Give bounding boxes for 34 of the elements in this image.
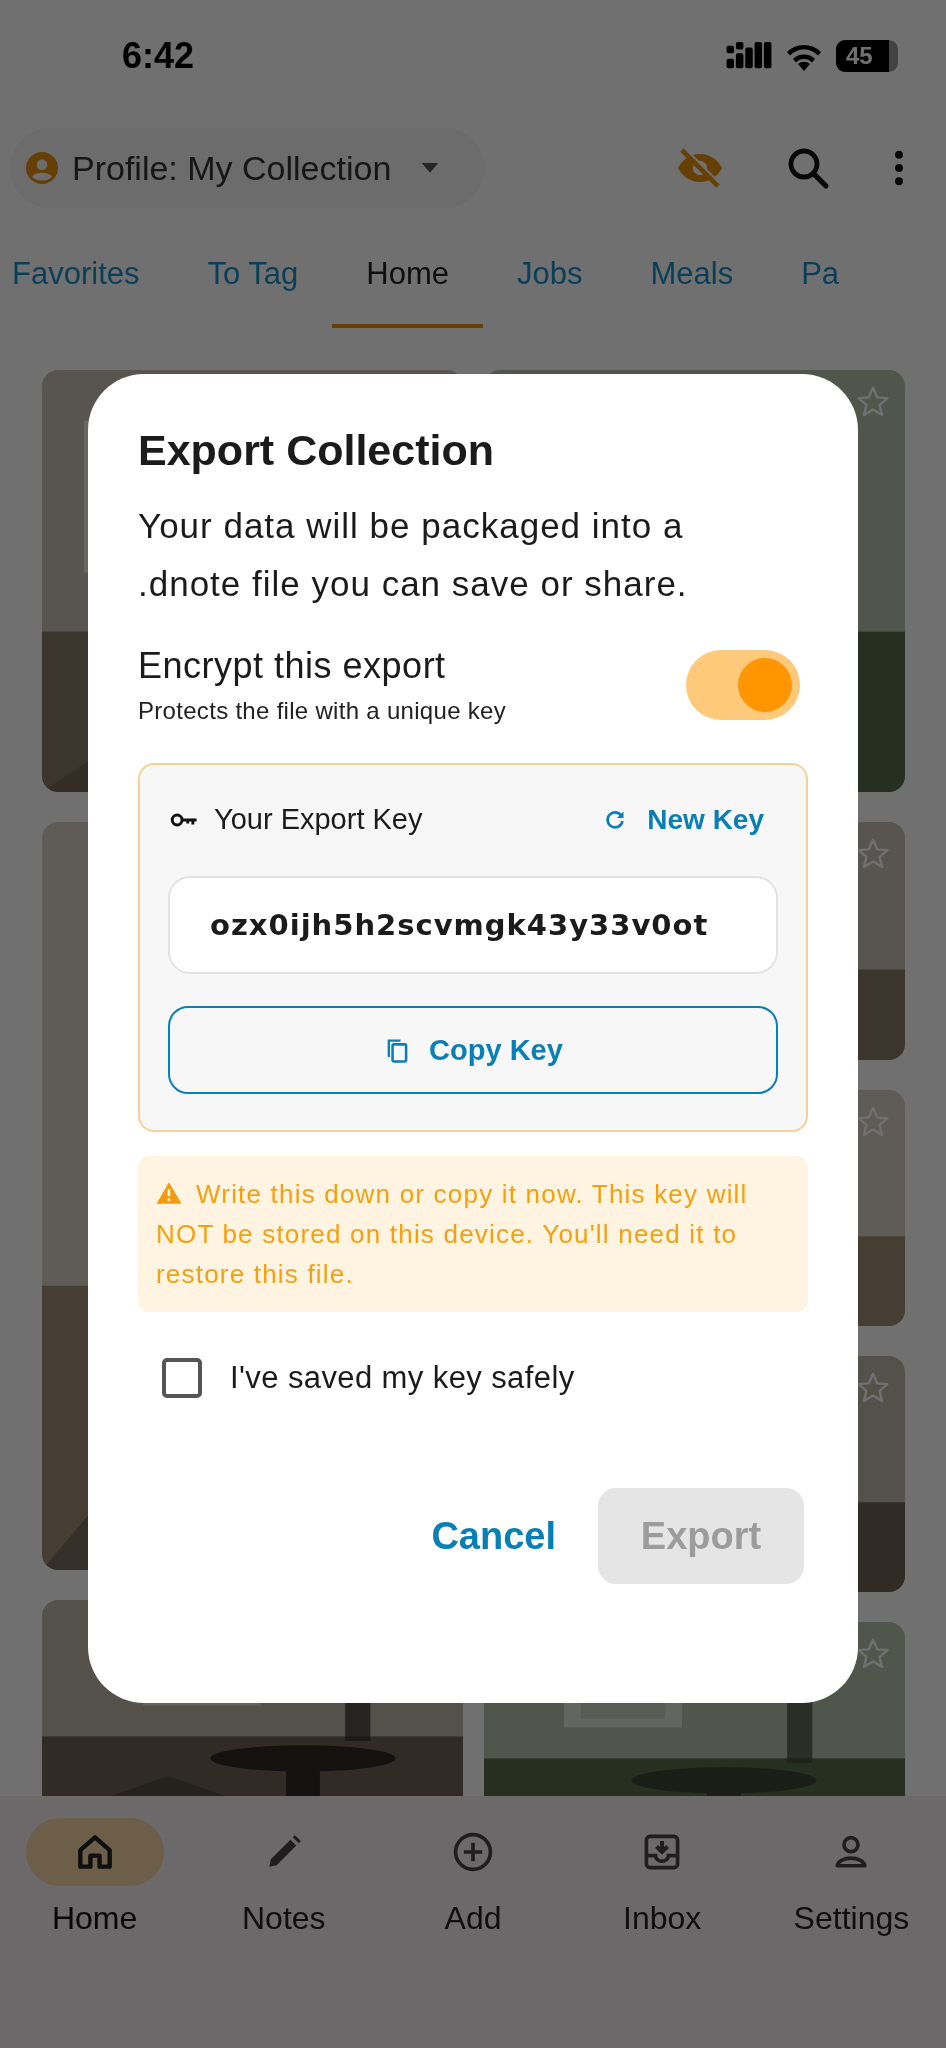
more-icon[interactable] (892, 148, 906, 188)
key-field[interactable]: ozx0ijh5h2scvmgk43y33v0ot (168, 876, 778, 974)
nav-item[interactable]: Add (378, 1796, 568, 1937)
person-icon (26, 152, 58, 184)
encrypt-hint: Protects the file with a unique key (138, 697, 507, 725)
key-label: Your Export Key (214, 803, 424, 836)
copy-key-button[interactable]: Copy Key (168, 1006, 778, 1094)
encrypt-label: Encrypt this export (138, 645, 447, 687)
tab[interactable]: To Tag (173, 224, 333, 328)
checkbox-label: I've saved my key safely (230, 1360, 575, 1396)
profile-selector[interactable]: Profile: My Collection (10, 128, 485, 208)
nav-item[interactable]: Home (0, 1796, 190, 1937)
tab[interactable]: Favorites (0, 224, 174, 328)
warning-icon (156, 1181, 182, 1205)
warning-text: Write this down or copy it now. This key will NOT be stored on this device. You'll need it to restore this file. (156, 1178, 749, 1291)
tab[interactable]: Pa (767, 224, 874, 328)
tab[interactable]: Meals (616, 224, 768, 328)
new-key-button[interactable]: New Key (603, 803, 764, 836)
status-time: 6:42 (122, 35, 195, 77)
nav-item[interactable]: Notes (189, 1796, 379, 1937)
checkbox[interactable] (162, 1358, 202, 1398)
cancel-button[interactable]: Cancel (431, 1488, 556, 1584)
caret-icon (421, 162, 440, 174)
key-icon (170, 811, 198, 828)
tab[interactable]: Jobs (482, 224, 617, 328)
tab[interactable]: Home (332, 224, 483, 328)
dialog-title: Export Collection (138, 426, 495, 475)
battery-indicator: 45 (836, 40, 898, 72)
add-icon (451, 1830, 495, 1874)
nav-item[interactable]: Settings (756, 1796, 946, 1937)
profile-label: Profile: My Collection (72, 148, 392, 188)
nav-item[interactable]: Inbox (567, 1796, 757, 1937)
signal-icon (726, 42, 772, 70)
dialog-description: Your data will be packaged into a .dnote file you can save or share. (138, 505, 689, 605)
